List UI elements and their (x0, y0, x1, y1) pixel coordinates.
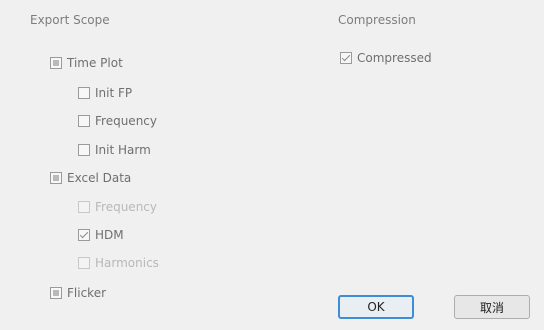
compression-title: Compression (338, 13, 416, 27)
checkbox-compressed[interactable]: Compressed (340, 49, 432, 67)
checkbox-label: Compressed (357, 51, 432, 65)
checkbox-box[interactable] (78, 257, 90, 269)
checkbox-excel-data[interactable]: Excel Data (50, 169, 131, 187)
checkbox-box[interactable] (50, 172, 62, 184)
cancel-button[interactable]: 取消 (454, 295, 530, 319)
checkbox-time-plot[interactable]: Time Plot (50, 54, 123, 72)
checkbox-excel-frequency[interactable]: Frequency (78, 198, 157, 216)
checkbox-label: Init FP (95, 86, 133, 100)
checkbox-box[interactable] (78, 229, 90, 241)
checkbox-harmonics[interactable]: Harmonics (78, 254, 159, 272)
checkbox-box[interactable] (50, 57, 62, 69)
checkbox-box[interactable] (340, 52, 352, 64)
checkbox-label: Frequency (95, 200, 157, 214)
checkbox-init-fp[interactable]: Init FP (78, 84, 132, 102)
checkbox-box[interactable] (50, 287, 62, 299)
checkbox-box[interactable] (78, 115, 90, 127)
checkbox-init-harm[interactable]: Init Harm (78, 141, 151, 159)
checkbox-box[interactable] (78, 144, 90, 156)
checkbox-box[interactable] (78, 87, 90, 99)
checkbox-box[interactable] (78, 201, 90, 213)
checkbox-label: Time Plot (67, 56, 123, 70)
checkbox-frequency[interactable]: Frequency (78, 112, 157, 130)
checkbox-label: Frequency (95, 114, 157, 128)
checkbox-label: Harmonics (95, 256, 159, 270)
export-dialog: Export Scope Time Plot Init FP Frequency… (0, 0, 544, 330)
checkbox-label: Init Harm (95, 143, 151, 157)
export-scope-title: Export Scope (30, 13, 110, 27)
checkbox-hdm[interactable]: HDM (78, 226, 124, 244)
checkbox-label: Flicker (67, 286, 107, 300)
checkbox-label: HDM (95, 228, 124, 242)
checkbox-label: Excel Data (67, 171, 132, 185)
checkbox-flicker[interactable]: Flicker (50, 284, 106, 302)
ok-button[interactable]: OK (338, 295, 414, 319)
